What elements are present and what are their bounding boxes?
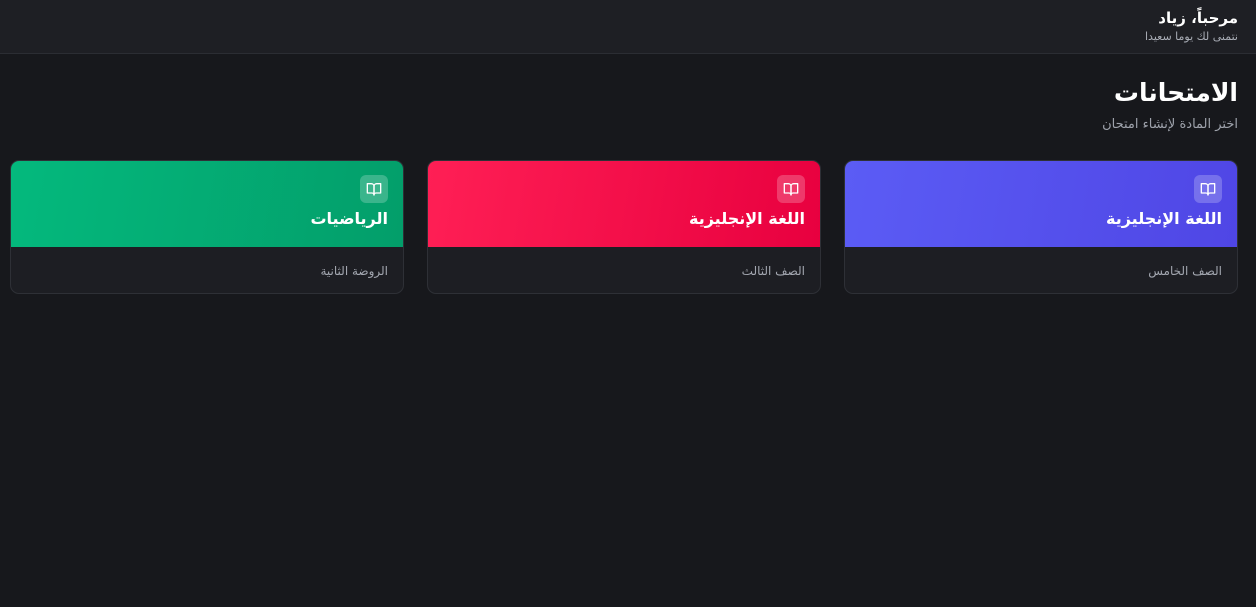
top-bar: مرحباً، زياد نتمنى لك يوما سعيدا <box>0 0 1256 54</box>
card-header: اللغة الإنجليزية <box>428 161 820 247</box>
card-grade: الصف الثالث <box>741 264 805 278</box>
card-grade: الروضة الثانية <box>320 264 388 278</box>
card-title: اللغة الإنجليزية <box>689 209 805 228</box>
greeting: مرحباً، زياد <box>1158 9 1238 27</box>
page-title: الامتحانات <box>1113 78 1238 107</box>
subject-card-english-grade3[interactable]: اللغة الإنجليزية الصف الثالث <box>427 160 821 294</box>
subject-card-math-kg2[interactable]: الرياضيات الروضة الثانية <box>10 160 404 294</box>
card-header: الرياضيات <box>11 161 403 247</box>
book-open-icon <box>360 175 388 203</box>
card-title: الرياضيات <box>310 209 388 228</box>
main-content: الامتحانات اختر المادة لإنشاء امتحان الل… <box>0 54 1256 294</box>
card-header: اللغة الإنجليزية <box>845 161 1237 247</box>
book-open-icon <box>777 175 805 203</box>
card-title: اللغة الإنجليزية <box>1106 209 1222 228</box>
book-open-icon <box>1194 175 1222 203</box>
page-subtitle: اختر المادة لإنشاء امتحان <box>1102 117 1238 132</box>
subject-cards: اللغة الإنجليزية الصف الخامس اللغة الإنج… <box>9 160 1238 294</box>
greeting-subtitle: نتمنى لك يوما سعيدا <box>1144 30 1238 43</box>
subject-card-english-grade5[interactable]: اللغة الإنجليزية الصف الخامس <box>844 160 1238 294</box>
card-grade: الصف الخامس <box>1148 264 1222 278</box>
